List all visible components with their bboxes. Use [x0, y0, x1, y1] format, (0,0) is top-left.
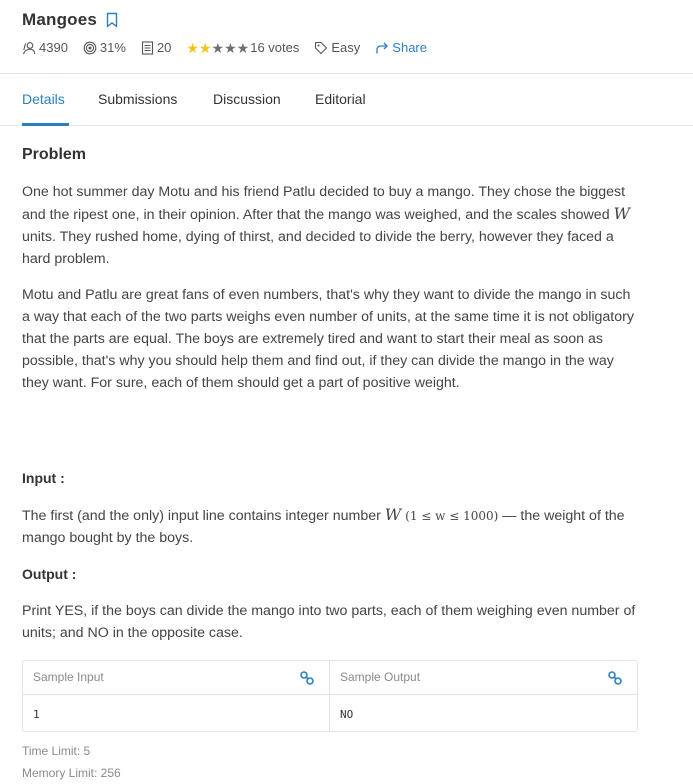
star-icon: ★ — [186, 39, 199, 56]
share-label: Share — [392, 40, 427, 55]
submissions-stat: 20 — [141, 40, 171, 55]
sample-output-label: Sample Output — [340, 670, 421, 684]
rating-stars[interactable]: ★ ★ ★ ★ ★ 16 votes — [186, 40, 299, 55]
tab-discussion[interactable]: Discussion — [213, 91, 281, 107]
problem-heading: Problem — [22, 146, 87, 163]
star-icon: ★ — [211, 39, 225, 56]
input-heading: Input : — [22, 470, 65, 486]
tab-editorial[interactable]: Editorial — [315, 91, 366, 107]
memory-limit: Memory Limit: 256 — [22, 766, 121, 780]
input-part-a: The first (and the only) input line cont… — [22, 508, 385, 524]
copy-link-icon[interactable] — [299, 670, 315, 686]
para1-part-b: units. They rushed home, dying of thirst… — [22, 229, 614, 267]
sample-input-header: Sample Input — [23, 661, 329, 695]
sample-input-label: Sample Input — [33, 670, 104, 684]
title-row: Mangoes — [22, 10, 119, 30]
problem-title: Mangoes — [22, 10, 98, 29]
problem-tabs: Details Submissions Discussion Editorial — [0, 73, 693, 126]
users-icon — [22, 41, 39, 55]
difficulty-label: Easy — [331, 40, 361, 55]
bookmark-icon[interactable] — [105, 12, 119, 28]
sample-output-value: NO — [340, 708, 354, 721]
tag-icon — [314, 41, 331, 55]
active-tab-indicator — [22, 123, 69, 126]
problem-paragraph-2: Motu and Patlu are great fans of even nu… — [22, 287, 634, 391]
star-icon: ★ — [198, 39, 212, 56]
sample-io-table: Sample Input 1 Sample Output NO — [22, 660, 638, 732]
attempts-stat: 4390 — [22, 40, 68, 55]
input-variable: W — [384, 505, 402, 524]
problem-paragraph-1: One hot summer day Motu and his friend P… — [22, 181, 637, 270]
tab-submissions[interactable]: Submissions — [98, 91, 177, 107]
sample-input-value: 1 — [33, 708, 40, 721]
sample-output-header: Sample Output — [330, 661, 637, 695]
tab-details[interactable]: Details — [22, 91, 65, 107]
problem-header: Mangoes 4390 31% 20 ★ ★ ★ ★ ★ 16 votes E… — [0, 0, 693, 74]
output-description: Print YES, if the boys can divide the ma… — [22, 603, 636, 641]
input-range: (1 ≤ w ≤ 1000) — [405, 509, 499, 523]
input-description: The first (and the only) input line cont… — [22, 504, 637, 549]
copy-link-icon[interactable] — [607, 670, 623, 686]
votes-count: 16 votes — [250, 40, 300, 55]
success-rate-stat: 31% — [83, 40, 126, 55]
time-limit: Time Limit: 5 — [22, 744, 91, 758]
share-button[interactable]: Share — [375, 40, 427, 55]
weight-variable: W — [613, 204, 630, 223]
problem-stats: 4390 31% 20 ★ ★ ★ ★ ★ 16 votes Easy Shar… — [22, 40, 442, 55]
star-icon: ★ — [236, 39, 250, 56]
share-arrow-icon — [375, 41, 392, 55]
sample-input-column: Sample Input 1 — [23, 661, 330, 731]
document-icon — [141, 40, 157, 55]
para1-part-a: One hot summer day Motu and his friend P… — [22, 184, 626, 223]
star-icon: ★ — [224, 39, 237, 56]
target-icon — [83, 41, 100, 55]
sample-output-column: Sample Output NO — [330, 661, 637, 731]
submissions-count: 20 — [156, 40, 172, 55]
attempts-count: 4390 — [39, 40, 68, 55]
output-heading: Output : — [22, 566, 77, 582]
difficulty-stat: Easy — [314, 40, 360, 55]
success-rate: 31% — [99, 40, 126, 55]
